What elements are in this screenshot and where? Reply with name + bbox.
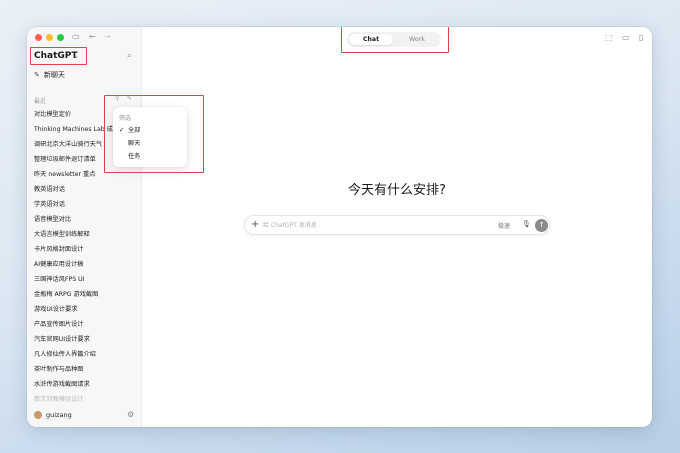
page-headline: 今天有什么安排?: [348, 183, 446, 198]
filter-highlight-box: [104, 95, 204, 173]
search-icon[interactable]: ⌕: [127, 51, 131, 61]
history-item[interactable]: 三国神话风FPS UI: [34, 272, 139, 287]
model-selector[interactable]: ChatGPT: [34, 51, 78, 61]
recent-section-label: 最近: [34, 98, 47, 105]
send-button[interactable]: ↑: [535, 219, 548, 232]
expand-icon[interactable]: ⬚: [605, 33, 613, 42]
zoom-window-button[interactable]: [57, 34, 64, 41]
user-profile-button[interactable]: guizang: [34, 411, 72, 419]
sidebar: ▭ ← → ChatGPT ⌄ ⌕ ✎ 新聊天 最近 ⚲ ✎ 对比模型定价 Th…: [27, 27, 142, 427]
history-item[interactable]: 金瓶梅 ARPG 游戏截图: [34, 287, 139, 302]
history-item[interactable]: 游戏UI设计要求: [34, 302, 139, 317]
app-window: ▭ ← → ChatGPT ⌄ ⌕ ✎ 新聊天 最近 ⚲ ✎ 对比模型定价 Th…: [27, 27, 652, 427]
history-item[interactable]: 散文封面模组设计: [34, 392, 139, 407]
minimize-window-button[interactable]: [46, 34, 53, 41]
window-icon[interactable]: ▭: [622, 33, 630, 42]
attach-plus-icon[interactable]: +: [251, 219, 259, 231]
history-item[interactable]: 教英语对话: [34, 182, 139, 197]
mode-switch-highlight-box: [341, 27, 449, 53]
history-item[interactable]: 产品宣传图片设计: [34, 317, 139, 332]
history-item[interactable]: AI健康应用设计稿: [34, 257, 139, 272]
history-item[interactable]: 大语言模型训练解释: [34, 227, 139, 242]
new-chat-button[interactable]: ✎ 新聊天: [34, 70, 65, 80]
user-name: guizang: [46, 411, 72, 419]
window-controls: [35, 34, 64, 41]
panel-icon[interactable]: ▯: [639, 33, 643, 42]
close-window-button[interactable]: [35, 34, 42, 41]
main-panel: Chat Work ⬚ ▭ ▯ 今天有什么安排? + 极速 🎙 ↑: [142, 27, 652, 427]
history-item[interactable]: 卡片风格封面设计: [34, 242, 139, 257]
history-item[interactable]: 语音模型对比: [34, 212, 139, 227]
history-item[interactable]: 水浒传游戏截图请求: [34, 377, 139, 392]
history-item[interactable]: 学英语对话: [34, 197, 139, 212]
compose-icon: ✎: [34, 71, 40, 79]
avatar: [34, 411, 42, 419]
new-chat-label: 新聊天: [43, 71, 65, 79]
forward-arrow-icon[interactable]: →: [104, 31, 111, 43]
history-item[interactable]: 茶叶制作与品种图: [34, 362, 139, 377]
history-item[interactable]: 汽车官网UI设计要求: [34, 332, 139, 347]
back-arrow-icon[interactable]: ←: [89, 31, 96, 43]
message-composer: + 极速 🎙 ↑: [244, 215, 550, 235]
settings-icon[interactable]: ⚙: [127, 410, 134, 419]
message-input[interactable]: [263, 220, 473, 231]
chevron-down-icon[interactable]: ⌄: [73, 52, 79, 60]
sidebar-toggle-icon[interactable]: ▭: [72, 31, 80, 43]
history-item[interactable]: 凡人修仙传人界篇介绍: [34, 347, 139, 362]
speed-mode-selector[interactable]: 极速: [498, 221, 510, 230]
microphone-icon[interactable]: 🎙: [522, 220, 531, 228]
